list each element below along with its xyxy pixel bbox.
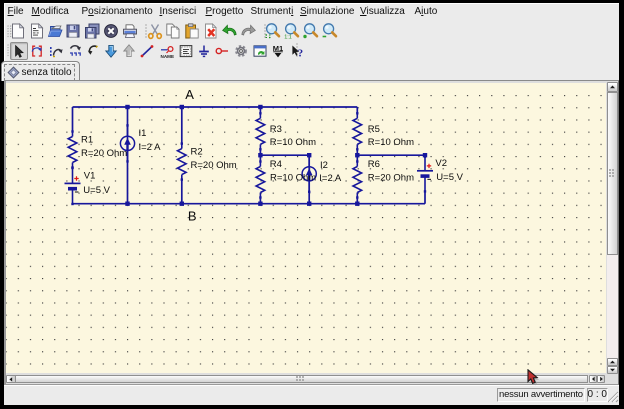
svg-text:I2: I2	[320, 160, 328, 171]
svg-text:R=10 Ohm: R=10 Ohm	[270, 172, 316, 183]
svg-text:R=20 Ohm: R=20 Ohm	[81, 148, 127, 159]
svg-text:R3: R3	[270, 124, 282, 135]
svg-text:1:1: 1:1	[284, 34, 292, 40]
svg-text:R=10 Ohm: R=10 Ohm	[368, 137, 414, 148]
svg-text:R=10 Ohm: R=10 Ohm	[270, 137, 316, 148]
svg-text:B: B	[188, 209, 197, 224]
svg-text:R2: R2	[191, 147, 203, 158]
svg-text:U=5 V: U=5 V	[436, 172, 463, 183]
svg-text:R1: R1	[81, 135, 93, 146]
svg-text:?: ?	[298, 48, 304, 60]
svg-text:R5: R5	[368, 124, 380, 135]
svg-text:R=20 Ohm: R=20 Ohm	[191, 160, 237, 171]
svg-text:R=20 Ohm: R=20 Ohm	[368, 172, 414, 183]
svg-text:V1: V1	[84, 171, 96, 182]
svg-text:I1: I1	[139, 128, 147, 139]
svg-text:U=5 V: U=5 V	[83, 185, 110, 196]
svg-text:R6: R6	[368, 159, 380, 170]
svg-text:NAME: NAME	[161, 54, 175, 59]
svg-text:R4: R4	[270, 159, 282, 170]
svg-text:I=2 A: I=2 A	[139, 142, 162, 153]
svg-text:I=2 A: I=2 A	[319, 173, 342, 184]
svg-text:V2: V2	[435, 158, 447, 169]
svg-text:A: A	[185, 87, 194, 102]
